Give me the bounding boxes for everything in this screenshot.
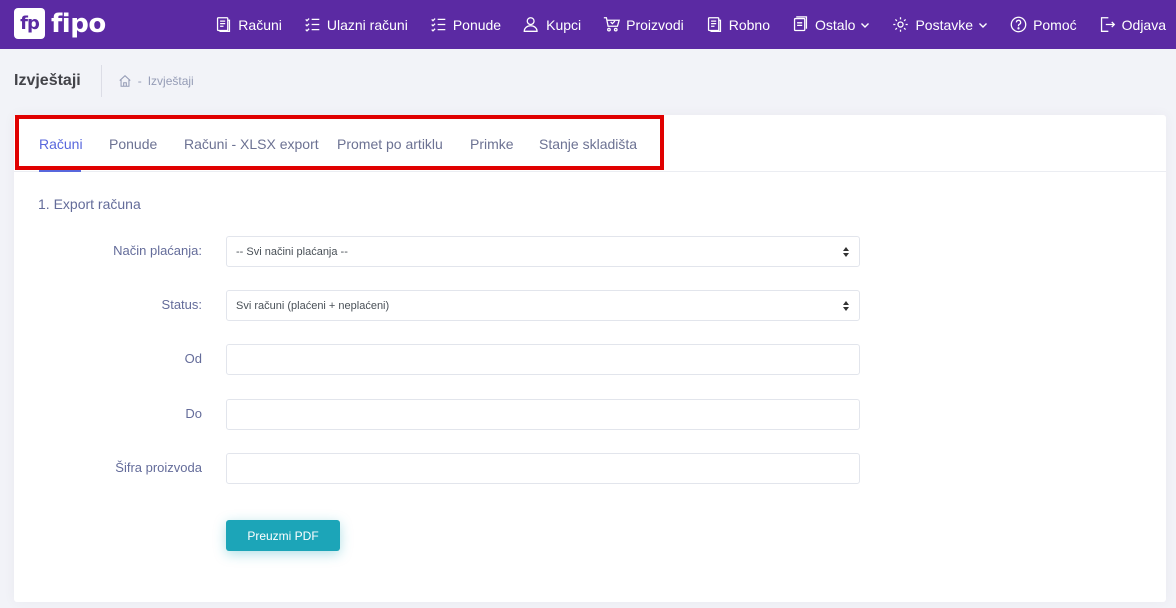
chevron-down-icon (861, 22, 870, 28)
breadcrumb-separator: - (137, 74, 142, 88)
nav-label: Robno (728, 16, 770, 33)
nav-item-proizvodi[interactable]: Proizvodi (603, 16, 684, 33)
payment-method-select[interactable]: -- Svi načini plaćanja -- (226, 236, 860, 267)
invoice-icon (217, 17, 231, 32)
invoice-icon (707, 17, 721, 32)
nav-label: Računi (238, 16, 282, 33)
tab-primke[interactable]: Primke (470, 136, 514, 152)
status-label: Status: (161, 297, 202, 312)
logo-badge: fp (14, 8, 45, 39)
breadcrumb-item[interactable]: Izvještaji (148, 74, 194, 88)
tab-promet-po-artiklu[interactable]: Promet po artiklu (337, 136, 443, 152)
nav-label: Ulazni računi (326, 16, 408, 33)
chevron-down-icon (979, 22, 988, 28)
tab-racuni-xlsx-export[interactable]: Računi - XLSX export (184, 136, 319, 152)
nav-item-kupci[interactable]: Kupci (523, 16, 581, 33)
nav-item-ponude[interactable]: Ponude (430, 16, 501, 33)
select-arrows-icon (843, 247, 849, 257)
divider (100, 65, 102, 97)
top-navbar: fp fipo Računi Ulazni računi Ponude Kupc… (0, 0, 1176, 49)
checklist-icon (305, 18, 320, 32)
status-value: Svi računi (plaćeni + neplaćeni) (236, 299, 390, 312)
nav-item-pomoc[interactable]: Pomoć (1010, 16, 1077, 33)
nav-item-robno[interactable]: Robno (706, 16, 770, 33)
nav-item-odjava[interactable]: Odjava (1099, 16, 1166, 33)
logout-icon (1100, 17, 1115, 32)
product-code-label: Šifra proizvoda (115, 460, 202, 475)
report-card: Računi Ponude Računi - XLSX export Prome… (14, 115, 1166, 602)
logo[interactable]: fp fipo (14, 8, 106, 39)
status-select[interactable]: Svi računi (plaćeni + neplaćeni) (226, 290, 860, 321)
help-icon (1010, 16, 1027, 33)
nav-label: Ponude (452, 16, 502, 33)
active-tab-indicator (39, 170, 81, 172)
date-to-input[interactable] (226, 399, 860, 430)
report-tabs: Računi Ponude Računi - XLSX export Prome… (14, 115, 1166, 172)
page-title: Izvještaji (14, 72, 81, 89)
subheader: Izvještaji - Izvještaji (0, 49, 1176, 113)
select-arrows-icon (843, 301, 849, 311)
nav-label: Postavke (915, 16, 974, 33)
tab-racuni[interactable]: Računi (39, 136, 83, 152)
nav-item-racuni[interactable]: Računi (215, 16, 282, 33)
home-icon[interactable] (118, 74, 132, 88)
nav-label: Ostalo (815, 16, 856, 33)
date-from-label: Od (184, 351, 202, 366)
checklist-icon (431, 18, 446, 32)
breadcrumb: - Izvještaji (118, 74, 194, 88)
gear-icon (893, 17, 909, 32)
main-nav: Računi Ulazni računi Ponude Kupci Proizv… (193, 0, 1166, 49)
payment-method-label: Način plaćanja: (113, 243, 202, 258)
nav-item-ulazni-racuni[interactable]: Ulazni računi (304, 16, 408, 33)
date-to-label: Do (185, 406, 202, 421)
user-icon (523, 17, 538, 32)
nav-label: Kupci (546, 16, 582, 33)
tab-stanje-skladista[interactable]: Stanje skladišta (539, 136, 637, 152)
nav-item-postavke[interactable]: Postavke (892, 16, 988, 33)
nav-item-ostalo[interactable]: Ostalo (792, 16, 870, 33)
payment-method-value: -- Svi načini plaćanja -- (236, 245, 348, 258)
cart-icon (603, 17, 621, 32)
section-title: 1. Export računa (38, 196, 141, 212)
date-from-input[interactable] (226, 344, 860, 375)
stack-icon (793, 16, 808, 32)
nav-label: Pomoć (1033, 16, 1077, 33)
nav-label: Odjava (1121, 16, 1166, 33)
product-code-input[interactable] (226, 453, 860, 484)
logo-text: fipo (51, 8, 106, 39)
tab-ponude[interactable]: Ponude (109, 136, 157, 152)
download-pdf-button[interactable]: Preuzmi PDF (226, 520, 340, 551)
nav-label: Proizvodi (626, 16, 684, 33)
